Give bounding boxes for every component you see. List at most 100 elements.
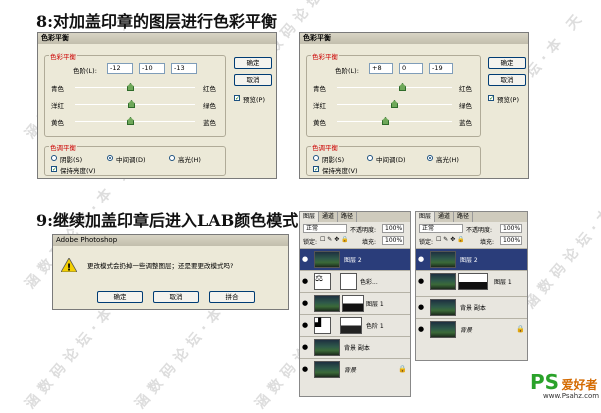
preserve-luminosity-checkbox[interactable]: ✓ <box>313 166 319 173</box>
preview-label: 预览(P) <box>497 96 519 104</box>
preserve-luminosity-label: 保持亮度(V) <box>322 167 358 175</box>
cyan-red-slider[interactable] <box>337 87 452 88</box>
layer-row[interactable]: ● ⚖ 色彩... <box>300 270 410 292</box>
shadows-radio[interactable] <box>313 155 319 161</box>
magenta-green-slider[interactable] <box>75 104 195 105</box>
eye-icon[interactable]: ● <box>302 365 310 373</box>
layer-thumbnail <box>314 295 340 312</box>
layer-name: 图层 1 <box>366 301 384 308</box>
ok-button[interactable]: 确定 <box>97 291 143 303</box>
cancel-button[interactable]: 取消 <box>488 74 526 86</box>
eye-icon[interactable]: ● <box>302 299 310 307</box>
level-input-3[interactable]: -13 <box>171 63 197 74</box>
layer-name: 背景 <box>460 327 473 334</box>
tab-paths[interactable]: 路径 <box>338 212 358 222</box>
cyan-red-slider[interactable] <box>75 87 195 88</box>
lock-icons[interactable]: ☐ ✎ ✥ 🔒 <box>436 236 465 243</box>
preserve-luminosity-checkbox[interactable]: ✓ <box>51 166 57 173</box>
blue-label: 蓝色 <box>203 119 216 127</box>
shadows-radio[interactable] <box>51 155 57 161</box>
yellow-blue-thumb[interactable] <box>127 117 134 125</box>
eye-icon[interactable]: ● <box>418 303 426 311</box>
eye-icon[interactable]: ● <box>418 277 426 285</box>
layer-name: 背景 副本 <box>460 305 486 312</box>
layer-row[interactable]: ● 图层 1 <box>416 270 527 296</box>
alert-title: Adobe Photoshop <box>53 235 288 246</box>
tone-group-legend: 色调平衡 <box>49 142 77 152</box>
yellow-blue-thumb[interactable] <box>382 117 389 125</box>
eye-icon[interactable]: ● <box>302 343 310 351</box>
cancel-button[interactable]: 取消 <box>234 74 272 86</box>
level-input-1[interactable]: -12 <box>107 63 133 74</box>
layer-row[interactable]: ● 图层 2 <box>300 248 410 270</box>
red-label: 红色 <box>459 85 472 93</box>
panel-tabs: 图层 通道 路径 <box>416 212 527 222</box>
balance-group: 色彩平衡 色阶(L): +8 0 -19 青色 红色 洋红 绿色 黄色 蓝色 <box>306 51 481 137</box>
photoshop-alert-dialog: Adobe Photoshop ! 更改模式会扔掉一些调整图层；还是要更改模式吗… <box>52 234 289 310</box>
layer-row[interactable]: ● 背景 🔒 <box>300 358 410 380</box>
panel-tabs: 图层 通道 路径 <box>300 212 410 222</box>
layer-thumbnail <box>314 339 340 356</box>
dialog-title: 色彩平衡 <box>38 33 276 44</box>
blend-mode-select[interactable]: 正常 <box>303 224 347 233</box>
layer-name: 图层 2 <box>344 257 362 264</box>
magenta-green-thumb[interactable] <box>391 100 398 108</box>
step8-title: 8:对加盖印章的图层进行色彩平衡 <box>36 12 278 31</box>
tone-group: 色调平衡 阴影(S) 中间调(D) 高光(H) ✓ 保持亮度(V) <box>306 142 481 176</box>
magenta-green-thumb[interactable] <box>128 100 135 108</box>
tab-layers[interactable]: 图层 <box>416 212 436 222</box>
opacity-input[interactable]: 100% <box>500 224 522 233</box>
layer-row[interactable]: ● 图层 2 <box>416 248 527 270</box>
lock-label: 锁定: <box>303 239 318 246</box>
yellow-blue-slider[interactable] <box>75 121 195 122</box>
level-input-1[interactable]: +8 <box>369 63 393 74</box>
highlights-radio[interactable] <box>427 155 433 161</box>
layer-row[interactable]: ● 背景 副本 <box>300 336 410 358</box>
fill-label: 填充: <box>480 239 495 246</box>
midtones-label: 中间调(D) <box>116 156 146 164</box>
shadows-label: 阴影(S) <box>60 156 83 164</box>
tab-channels[interactable]: 通道 <box>319 212 339 222</box>
lock-icons[interactable]: ☐ ✎ ✥ 🔒 <box>320 236 349 243</box>
tab-channels[interactable]: 通道 <box>435 212 455 222</box>
tab-layers[interactable]: 图层 <box>300 212 320 222</box>
flatten-button[interactable]: 拼合 <box>209 291 255 303</box>
layer-row[interactable]: ● 背景 🔒 <box>416 318 527 340</box>
blend-mode-select[interactable]: 正常 <box>419 224 463 233</box>
levels-label: 色阶(L): <box>335 67 359 75</box>
cancel-button[interactable]: 取消 <box>153 291 199 303</box>
preview-checkbox[interactable]: ✓ <box>234 95 240 102</box>
ok-button[interactable]: 确定 <box>234 57 272 69</box>
level-input-3[interactable]: -19 <box>429 63 453 74</box>
layer-name: 图层 2 <box>460 257 478 264</box>
cyan-label: 青色 <box>51 85 64 93</box>
eye-icon[interactable]: ● <box>302 277 310 285</box>
midtones-radio[interactable] <box>367 155 373 161</box>
layers-panel-left: 图层 通道 路径 正常 不透明度: 100% 锁定: ☐ ✎ ✥ 🔒 填充: 1… <box>299 211 411 397</box>
tab-paths[interactable]: 路径 <box>454 212 474 222</box>
cyan-red-thumb[interactable] <box>399 83 406 91</box>
levels-label: 色阶(L): <box>73 67 97 75</box>
eye-icon[interactable]: ● <box>418 255 426 263</box>
yellow-blue-slider[interactable] <box>337 121 452 122</box>
site-url: www.Psahz.com <box>543 392 600 400</box>
cyan-red-thumb[interactable] <box>127 83 134 91</box>
preview-checkbox[interactable]: ✓ <box>488 95 494 102</box>
layer-row[interactable]: ● ▟ 色阶 1 <box>300 314 410 336</box>
fill-input[interactable]: 100% <box>500 236 522 245</box>
tone-group: 色调平衡 阴影(S) 中间调(D) 高光(H) ✓ 保持亮度(V) <box>44 142 226 176</box>
layer-row[interactable]: ● 图层 1 <box>300 292 410 314</box>
level-input-2[interactable]: 0 <box>399 63 423 74</box>
layer-row[interactable]: ● 背景 副本 <box>416 296 527 318</box>
opacity-input[interactable]: 100% <box>382 224 404 233</box>
color-balance-dialog-right: 色彩平衡 色彩平衡 色阶(L): +8 0 -19 青色 红色 洋红 绿色 黄色… <box>299 32 529 179</box>
fill-label: 填充: <box>362 239 377 246</box>
highlights-radio[interactable] <box>169 155 175 161</box>
fill-input[interactable]: 100% <box>382 236 404 245</box>
eye-icon[interactable]: ● <box>302 321 310 329</box>
ok-button[interactable]: 确定 <box>488 57 526 69</box>
midtones-radio[interactable] <box>107 155 113 161</box>
eye-icon[interactable]: ● <box>302 255 310 263</box>
eye-icon[interactable]: ● <box>418 325 426 333</box>
level-input-2[interactable]: -10 <box>139 63 165 74</box>
